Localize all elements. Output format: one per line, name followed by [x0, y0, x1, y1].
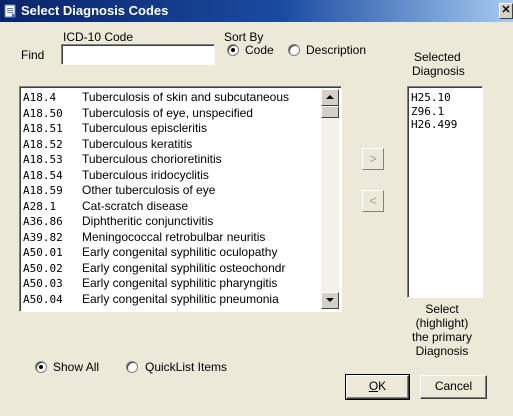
- diagnosis-description: Tuberculous iridocyclitis: [82, 167, 209, 182]
- hint-line-1: Select: [425, 302, 459, 316]
- selected-diagnosis-label-1: Selected: [414, 50, 461, 64]
- diagnosis-description: Early congenital syphilitic oculopathy: [82, 245, 278, 259]
- diagnosis-description: Early congenital syphilitic pneumonia: [82, 291, 279, 306]
- scroll-up-icon[interactable]: [321, 89, 339, 106]
- diagnosis-description: Early congenital syphilitic osteochondr: [82, 260, 286, 275]
- title-bar[interactable]: Select Diagnosis Codes ✕: [0, 0, 513, 22]
- remove-diagnosis-button[interactable]: <: [362, 190, 384, 212]
- sort-description-radio[interactable]: [288, 44, 300, 56]
- code-list-item[interactable]: A50.01 Early congenital syphilitic oculop…: [23, 245, 319, 261]
- diagnosis-code-list[interactable]: A18.4 Tuberculosis of skin and subcutaneo…: [19, 86, 342, 312]
- diagnosis-code: A18.51: [23, 122, 63, 135]
- cancel-button[interactable]: Cancel: [420, 375, 487, 399]
- selected-diagnosis-item[interactable]: H25.10: [411, 91, 479, 105]
- chevron-left-icon: <: [369, 193, 377, 208]
- code-list-item[interactable]: A18.52 Tuberculous keratitis: [23, 137, 319, 153]
- code-list-rows: A18.4 Tuberculosis of skin and subcutaneo…: [23, 90, 319, 308]
- diagnosis-code: A50.01: [23, 246, 63, 259]
- show-all-label[interactable]: Show All: [53, 360, 99, 374]
- diagnosis-code: A18.50: [23, 106, 63, 120]
- document-icon: [4, 4, 17, 18]
- selected-diagnosis-list[interactable]: H25.10 Z96.1 H26.499: [407, 86, 483, 298]
- scroll-thumb[interactable]: [321, 106, 339, 118]
- scroll-down-icon[interactable]: [321, 292, 339, 309]
- code-list-scrollbar[interactable]: [321, 89, 339, 309]
- diagnosis-description: Tuberculous keratitis: [82, 136, 193, 151]
- sort-description-label[interactable]: Description: [306, 43, 366, 57]
- ok-button[interactable]: OK: [345, 374, 410, 400]
- ok-label: K: [378, 379, 387, 393]
- diagnosis-code: A50.04: [23, 292, 63, 306]
- diagnosis-code: A18.59: [23, 184, 63, 197]
- diagnosis-code: A50.02: [23, 261, 63, 275]
- code-list-item[interactable]: A18.54 Tuberculous iridocyclitis: [23, 168, 319, 184]
- diagnosis-code: A18.53: [23, 153, 63, 166]
- diagnosis-description: Other tuberculosis of eye: [82, 183, 216, 197]
- sort-by-label: Sort By: [224, 30, 264, 44]
- quicklist-label[interactable]: QuickList Items: [145, 360, 227, 374]
- find-label: Find: [21, 48, 45, 62]
- diagnosis-code: A28.1: [23, 199, 57, 213]
- diagnosis-description: Tuberculous episcleritis: [82, 121, 207, 135]
- code-list-item[interactable]: A18.53 Tuberculous chorioretinitis: [23, 152, 319, 168]
- window-title: Select Diagnosis Codes: [21, 3, 169, 18]
- code-list-item[interactable]: A18.4 Tuberculosis of skin and subcutaneo…: [23, 90, 319, 106]
- diagnosis-description: Early congenital syphilitic pharyngitis: [82, 276, 278, 290]
- diagnosis-description: Diphtheritic conjunctivitis: [82, 214, 214, 228]
- close-button[interactable]: ✕: [499, 3, 513, 19]
- hint-line-3: the primary: [411, 330, 473, 344]
- sort-code-label[interactable]: Code: [245, 43, 274, 57]
- code-list-item[interactable]: A18.59 Other tuberculosis of eye: [23, 183, 319, 199]
- quicklist-radio[interactable]: [126, 361, 138, 373]
- diagnosis-code: A39.82: [23, 230, 63, 244]
- add-diagnosis-button[interactable]: >: [362, 148, 384, 170]
- hint-line-4: Diagnosis: [415, 344, 469, 358]
- code-list-item[interactable]: A18.51 Tuberculous episcleritis: [23, 121, 319, 137]
- diagnosis-description: Tuberculosis of skin and subcutaneous: [82, 90, 290, 104]
- close-icon: ✕: [501, 4, 511, 16]
- diagnosis-description: Tuberculosis of eye, unspecified: [82, 105, 253, 120]
- icd-code-label: ICD-10 Code: [63, 30, 134, 44]
- primary-diagnosis-hint: Select (highlight) the primary Diagnosis: [400, 302, 484, 358]
- selected-diagnosis-label-2: Diagnosis: [412, 64, 465, 78]
- code-list-item[interactable]: A28.1 Cat-scratch disease: [23, 199, 319, 215]
- diagnosis-description: Tuberculous chorioretinitis: [82, 152, 222, 166]
- diagnosis-code: A18.52: [23, 137, 63, 151]
- ok-accelerator: O: [368, 379, 379, 393]
- code-list-item[interactable]: A18.50 Tuberculosis of eye, unspecified: [23, 106, 319, 122]
- sort-code-radio[interactable]: [227, 44, 239, 56]
- code-list-item[interactable]: A50.04 Early congenital syphilitic pneumo…: [23, 292, 319, 308]
- diagnosis-code: A50.03: [23, 277, 63, 290]
- hint-line-2: (highlight): [415, 316, 469, 330]
- diagnosis-code: A36.86: [23, 215, 63, 228]
- diagnosis-description: Cat-scratch disease: [82, 198, 189, 213]
- selected-diagnosis-item[interactable]: H26.499: [411, 118, 479, 132]
- chevron-right-icon: >: [369, 151, 377, 166]
- find-input[interactable]: [61, 44, 215, 65]
- select-diagnosis-dialog: Select Diagnosis Codes ✕ ICD-10 Code Fin…: [0, 0, 513, 416]
- diagnosis-description: Meningococcal retrobulbar neuritis: [82, 229, 266, 244]
- code-list-item[interactable]: A39.82 Meningococcal retrobulbar neuritis: [23, 230, 319, 246]
- code-list-item[interactable]: A36.86 Diphtheritic conjunctivitis: [23, 214, 319, 230]
- show-all-radio[interactable]: [35, 361, 47, 373]
- code-list-item[interactable]: A50.03 Early congenital syphilitic pharyn…: [23, 276, 319, 292]
- selected-diagnosis-item[interactable]: Z96.1: [411, 105, 479, 119]
- diagnosis-code: A18.4: [23, 91, 57, 104]
- code-list-item[interactable]: A50.02 Early congenital syphilitic osteoc…: [23, 261, 319, 277]
- diagnosis-code: A18.54: [23, 168, 63, 182]
